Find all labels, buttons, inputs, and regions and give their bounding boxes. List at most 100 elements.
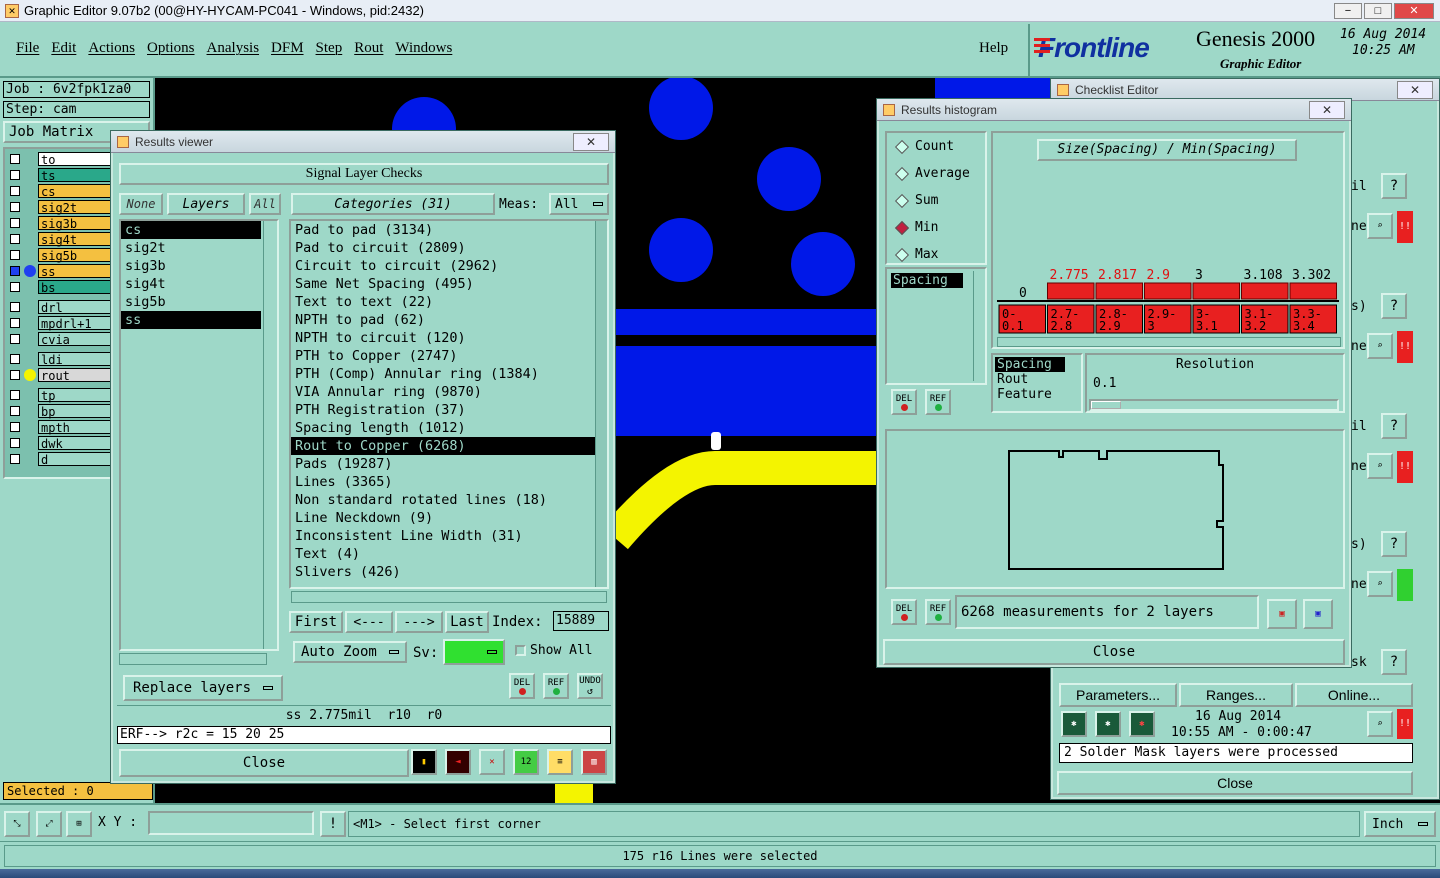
del-button[interactable]: DEL — [509, 673, 535, 699]
layer-checkbox[interactable] — [10, 334, 20, 344]
replace-layers-dropdown[interactable]: Replace layers — [123, 675, 283, 701]
category-item[interactable]: PTH (Comp) Annular ring (1384) — [291, 365, 607, 383]
category-item[interactable]: Text (4) — [291, 545, 607, 563]
attribute-type-list[interactable]: Spacing Rout Feature — [991, 353, 1083, 413]
alert-icon[interactable]: ! — [320, 811, 346, 837]
index-input[interactable]: 15889 — [553, 611, 609, 631]
first-button[interactable]: First — [289, 611, 343, 633]
category-list-scrollbar[interactable] — [595, 221, 607, 587]
layers-button[interactable]: Layers — [167, 193, 245, 215]
category-item[interactable]: Pad to pad (3134) — [291, 221, 607, 239]
result-layer-item[interactable]: ss — [121, 311, 261, 329]
parameters-button[interactable]: Parameters... — [1059, 683, 1177, 707]
stat-option-average[interactable]: Average — [887, 160, 985, 187]
layer-checkbox[interactable] — [10, 218, 20, 228]
zoom-area-icon[interactable]: ⤢ — [36, 811, 62, 837]
category-item[interactable]: Inconsistent Line Width (31) — [291, 527, 607, 545]
layer-checkbox[interactable] — [10, 406, 20, 416]
xy-input[interactable] — [148, 811, 314, 835]
category-item[interactable]: PTH Registration (37) — [291, 401, 607, 419]
run-all-icon[interactable]: ✱ — [1095, 711, 1121, 737]
result-layer-item[interactable]: sig3b — [121, 257, 277, 275]
sv-color-dropdown[interactable] — [443, 639, 505, 665]
help-question-icon[interactable]: ? — [1381, 413, 1407, 439]
menu-windows[interactable]: Windows — [389, 40, 458, 57]
result-layer-item[interactable]: sig4t — [121, 275, 277, 293]
grid-icon[interactable]: ⊞ — [66, 811, 92, 837]
layer-checkbox[interactable] — [10, 186, 20, 196]
stat-option-min[interactable]: Min — [887, 214, 985, 241]
layer-checkbox[interactable] — [10, 170, 20, 180]
spacing-item[interactable]: Spacing — [995, 357, 1065, 372]
spacing-attribute[interactable]: Spacing — [891, 273, 963, 288]
export-window-icon[interactable]: ▣ — [1267, 599, 1297, 629]
undo-button[interactable]: UNDO ↺ — [577, 673, 603, 699]
auto-zoom-dropdown[interactable]: Auto Zoom — [293, 641, 407, 663]
probe-icon[interactable]: ▮ — [411, 749, 437, 775]
run-icon[interactable]: ✱ — [1061, 711, 1087, 737]
category-item[interactable]: Text to text (22) — [291, 293, 607, 311]
maximize-button[interactable]: □ — [1364, 2, 1392, 19]
category-item[interactable]: Same Net Spacing (495) — [291, 275, 607, 293]
layer-checkbox[interactable] — [10, 390, 20, 400]
menu-actions[interactable]: Actions — [82, 40, 141, 57]
category-item[interactable]: NPTH to pad (62) — [291, 311, 607, 329]
layer-checkbox[interactable] — [10, 154, 20, 164]
histogram-close-button[interactable]: Close — [883, 639, 1345, 665]
category-item[interactable]: Spacing length (1012) — [291, 419, 607, 437]
layer-checkbox[interactable] — [10, 422, 20, 432]
menu-options[interactable]: Options — [141, 40, 201, 57]
category-item[interactable]: Lines (3365) — [291, 473, 607, 491]
layer-checkbox[interactable] — [10, 454, 20, 464]
menu-help[interactable]: Help — [973, 40, 1014, 57]
layer-checkbox[interactable] — [10, 318, 20, 328]
category-item[interactable]: Pad to circuit (2809) — [291, 239, 607, 257]
layer-list-scrollbar[interactable] — [263, 221, 277, 649]
close-icon[interactable]: ✕ — [1309, 100, 1345, 119]
online-button[interactable]: Online... — [1295, 683, 1413, 707]
menu-edit[interactable]: Edit — [45, 40, 82, 57]
ranges-button[interactable]: Ranges... — [1179, 683, 1293, 707]
menu-dfm[interactable]: DFM — [265, 40, 310, 57]
layer-checkbox[interactable] — [10, 202, 20, 212]
histogram-icon[interactable]: ▥ — [581, 749, 607, 775]
report-icon[interactable]: ≡ — [547, 749, 573, 775]
show-all-checkbox[interactable]: Show All — [515, 643, 593, 658]
stat-option-max[interactable]: Max — [887, 241, 985, 268]
layer-12-icon[interactable]: 12 — [513, 749, 539, 775]
layer-checkbox[interactable] — [10, 250, 20, 260]
feature-item[interactable]: Feature — [993, 387, 1081, 402]
menu-rout[interactable]: Rout — [348, 40, 389, 57]
resolution-slider[interactable] — [1089, 399, 1339, 411]
layer-checkbox[interactable] — [10, 266, 20, 276]
category-item[interactable]: Pads (19287) — [291, 455, 607, 473]
units-dropdown[interactable]: Inch — [1364, 811, 1436, 837]
last-button[interactable]: Last — [445, 611, 489, 633]
category-item[interactable]: VIA Annular ring (9870) — [291, 383, 607, 401]
zoom-icon[interactable]: ⌕ — [1367, 333, 1393, 359]
zoom-icon[interactable]: ⌕ — [1367, 453, 1393, 479]
stat-option-sum[interactable]: Sum — [887, 187, 985, 214]
zoom-icon[interactable]: ⌕ — [1367, 213, 1393, 239]
zoom-icon[interactable]: ⌕ — [1367, 711, 1393, 737]
category-item[interactable]: PTH to Copper (2747) — [291, 347, 607, 365]
result-layer-item[interactable]: sig2t — [121, 239, 277, 257]
attribute-scrollbar[interactable] — [973, 271, 985, 381]
minimize-button[interactable]: − — [1334, 2, 1362, 19]
results-close-button[interactable]: Close — [119, 749, 409, 777]
category-item[interactable]: Circuit to circuit (2962) — [291, 257, 607, 275]
zoom-icon[interactable]: ⌕ — [1367, 571, 1393, 597]
hist2-del-button[interactable]: DEL — [891, 599, 917, 625]
help-question-icon[interactable]: ? — [1381, 293, 1407, 319]
menu-file[interactable]: File — [10, 40, 45, 57]
close-icon[interactable]: ✕ — [1397, 80, 1433, 99]
layer-checkbox[interactable] — [10, 234, 20, 244]
layer-checkbox[interactable] — [10, 438, 20, 448]
layer-checkbox[interactable] — [10, 370, 20, 380]
layer-list-hscroll[interactable] — [119, 653, 267, 665]
zoom-window-icon[interactable]: ▣ — [1303, 599, 1333, 629]
zoom-fit-icon[interactable]: ⤡ — [4, 811, 30, 837]
hist2-ref-button[interactable]: REF — [925, 599, 951, 625]
help-question-icon[interactable]: ? — [1381, 649, 1407, 675]
menu-analysis[interactable]: Analysis — [201, 40, 266, 57]
